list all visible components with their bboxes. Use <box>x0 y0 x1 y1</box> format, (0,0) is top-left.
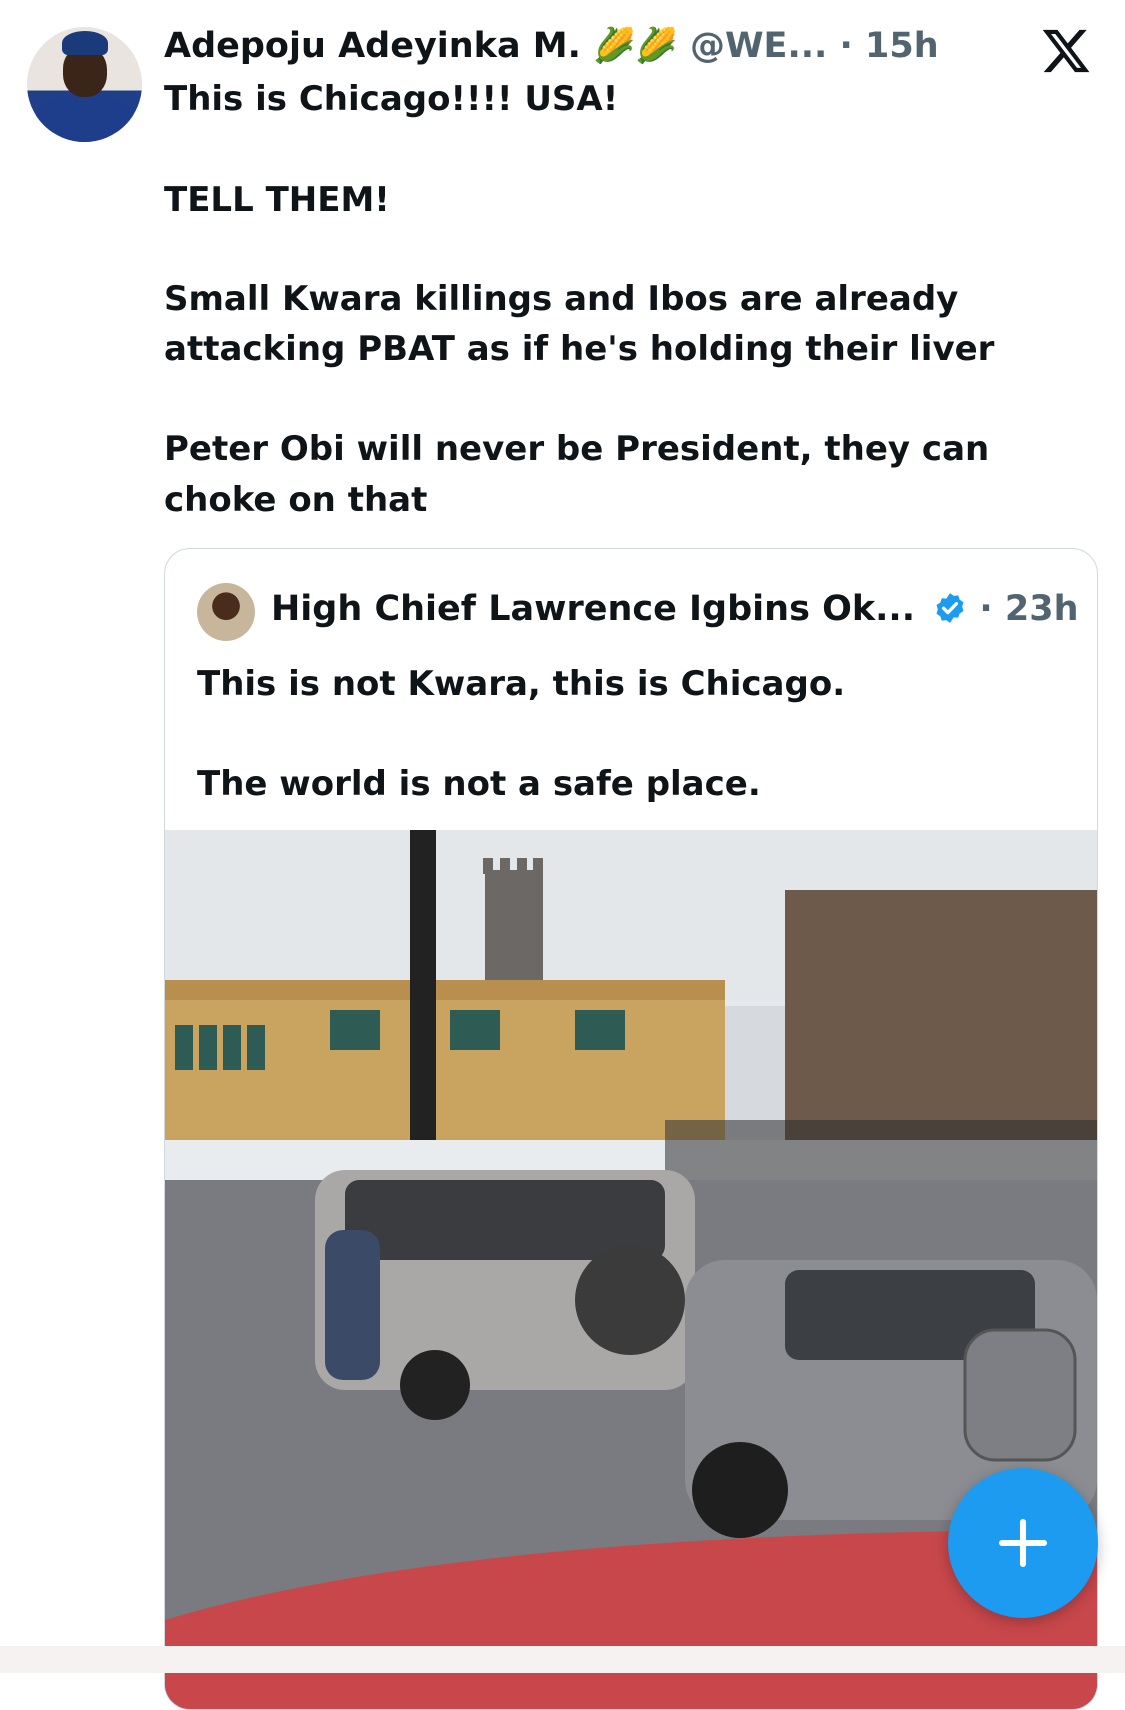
compose-button[interactable] <box>948 1468 1098 1618</box>
quoted-author-avatar[interactable] <box>197 583 255 641</box>
avatar-cap <box>62 31 108 55</box>
tweet-header: Adepoju Adeyinka M. 🌽🌽 @WE... · 15h <box>164 24 939 68</box>
bottom-bar <box>0 1646 1125 1673</box>
avatar-robe <box>35 95 135 142</box>
x-logo-icon <box>1040 25 1092 77</box>
author-emoji: 🌽🌽 <box>593 26 678 66</box>
tweet-line-6: choke on that <box>164 480 428 520</box>
quoted-tweet-header: High Chief Lawrence Igbins Ok... · 23h <box>271 587 1079 631</box>
quoted-line-2: The world is not a safe place. <box>197 764 761 804</box>
tweet-line-3: Small Kwara killings and Ibos are alread… <box>164 279 959 319</box>
verified-badge-icon <box>933 591 967 625</box>
quoted-author-name[interactable]: High Chief Lawrence Igbins Ok... <box>271 589 915 629</box>
author-handle[interactable]: @WE... <box>690 26 827 66</box>
tweet-line-4: attacking PBAT as if he's holding their … <box>164 329 995 369</box>
author-name[interactable]: Adepoju Adeyinka M. <box>164 26 581 66</box>
quoted-tweet-time[interactable]: · 23h <box>979 589 1078 629</box>
tweet-line-1: This is Chicago!!!! USA! <box>164 79 619 119</box>
tweet-line-2: TELL THEM! <box>164 180 390 220</box>
plus-icon <box>998 1518 1048 1568</box>
quoted-line-1: This is not Kwara, this is Chicago. <box>197 664 846 704</box>
tweet-time[interactable]: · 15h <box>840 26 939 66</box>
tweet-line-5: Peter Obi will never be President, they … <box>164 429 990 469</box>
author-avatar[interactable] <box>27 27 142 142</box>
